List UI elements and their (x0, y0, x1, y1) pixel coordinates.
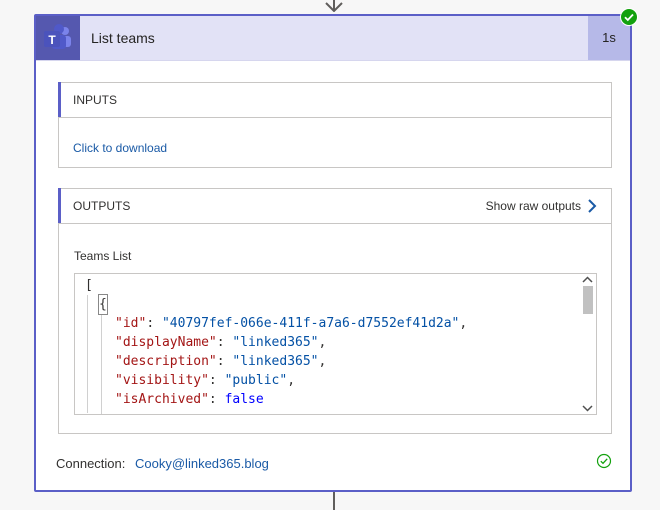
flow-connector (333, 492, 335, 510)
teams-list-label: Teams List (74, 249, 132, 263)
inputs-header: INPUTS (58, 82, 611, 118)
action-title: List teams (91, 30, 155, 46)
scroll-thumb[interactable] (583, 286, 593, 314)
json-line: "description": "linked365", (115, 354, 327, 369)
outputs-section: OUTPUTS Show raw outputs Teams List [ { … (58, 188, 612, 434)
json-line: "id": "40797fef-066e-411f-a7a6-d7552ef41… (115, 316, 468, 331)
json-scrollbar[interactable] (579, 274, 596, 414)
json-open-bracket: [ (85, 278, 93, 293)
success-check-icon (620, 8, 638, 26)
connection-account-link[interactable]: Cooky@linked365.blog (135, 456, 269, 471)
teams-logo-icon: T (36, 16, 80, 60)
scroll-down-icon[interactable] (579, 402, 596, 414)
inputs-section: INPUTS Click to download (58, 82, 612, 168)
flow-arrow-icon (325, 0, 343, 12)
action-header[interactable]: T List teams 1s (36, 16, 630, 61)
indent-guide-inner (101, 314, 102, 414)
connection-row: Connection: Cooky@linked365.blog (56, 456, 269, 471)
connection-label: Connection: (56, 456, 126, 471)
outputs-title: OUTPUTS (73, 199, 131, 213)
download-link[interactable]: Click to download (73, 141, 167, 155)
indent-guide (87, 295, 88, 413)
chevron-right-icon (588, 199, 597, 213)
json-viewer[interactable]: [ { "id": "40797fef-066e-411f-a7a6-d7552… (74, 273, 597, 415)
show-raw-outputs-label: Show raw outputs (485, 199, 581, 213)
action-card[interactable]: T List teams 1s INPUTS Click to download… (34, 14, 632, 492)
show-raw-outputs-button[interactable]: Show raw outputs (486, 189, 597, 223)
inputs-title: INPUTS (73, 93, 118, 107)
json-line: "isArchived": false (115, 392, 264, 407)
connection-ok-icon (596, 453, 612, 469)
scroll-up-icon[interactable] (579, 274, 596, 286)
json-open-brace: { (98, 294, 108, 315)
json-line: "visibility": "public", (115, 373, 296, 388)
json-line: "displayName": "linked365", (115, 335, 327, 350)
svg-text:T: T (48, 33, 56, 47)
outputs-header: OUTPUTS Show raw outputs (58, 188, 611, 224)
